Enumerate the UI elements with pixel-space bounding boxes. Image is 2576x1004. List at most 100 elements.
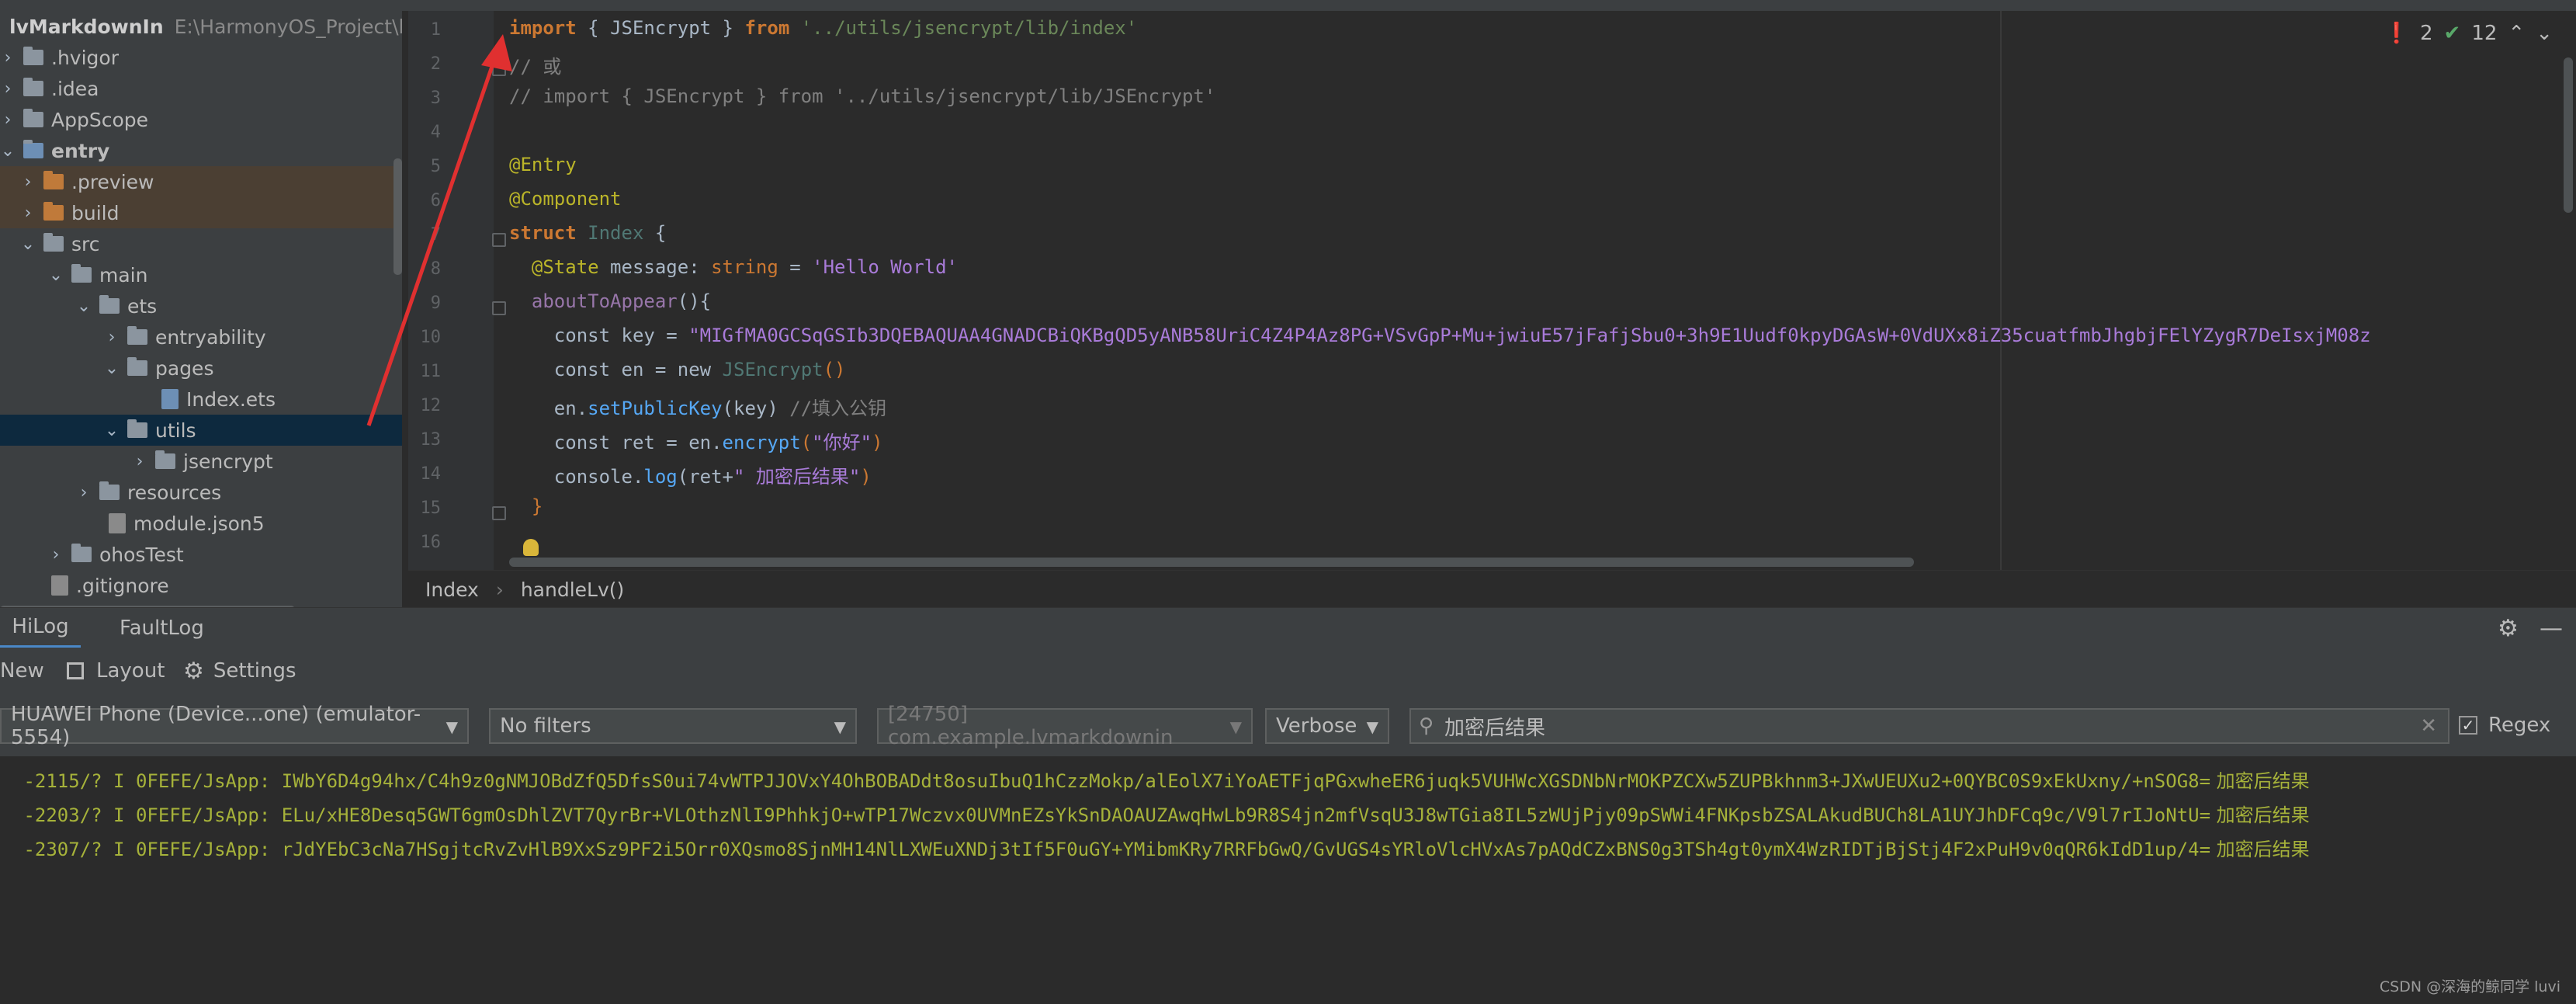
new-button[interactable]: New	[0, 648, 44, 694]
tree-item-preview[interactable]: › .preview	[0, 166, 402, 197]
tree-item-ohostest[interactable]: › ohosTest	[0, 539, 402, 570]
chevron-right-icon[interactable]: ›	[104, 328, 120, 347]
tree-item-pages[interactable]: ⌄ pages	[0, 353, 402, 384]
tree-item-index-ets[interactable]: Index.ets	[0, 384, 402, 415]
device-select[interactable]: HUAWEI Phone (Device...one) (emulator-55…	[0, 703, 469, 749]
regex-checkbox[interactable]: ✓ Regex	[2459, 702, 2550, 749]
filter-select[interactable]: No filters ▼	[489, 708, 857, 744]
code-line-1[interactable]: import { JSEncrypt } from '../utils/jsen…	[509, 17, 1137, 39]
tree-item-main[interactable]: ⌄ main	[0, 259, 402, 290]
tree-item-hvigor[interactable]: › .hvigor	[0, 42, 402, 73]
chevron-down-icon[interactable]: ⌄	[0, 141, 16, 161]
chevron-right-icon[interactable]: ›	[76, 483, 92, 502]
editor-hscrollbar[interactable]	[509, 558, 1914, 567]
line-number: 14	[420, 464, 442, 484]
code-line-13[interactable]: const ret = en.encrypt("你好")	[509, 427, 883, 454]
code-editor[interactable]: 1 2 3 4 5 6 7 8 9 10 11 12 13 14 15 16 i…	[408, 11, 2576, 570]
code-line-15[interactable]: }	[509, 495, 543, 517]
line-number: 10	[420, 328, 442, 347]
chevron-right-icon[interactable]: ›	[20, 172, 36, 192]
layout-button[interactable]: Layout	[67, 648, 165, 694]
fold-marker-icon[interactable]	[492, 506, 506, 520]
settings-button[interactable]: ⚙ Settings	[183, 648, 296, 694]
code-line-6[interactable]: @Component	[509, 188, 622, 210]
tree-item-entryability[interactable]: › entryability	[0, 321, 402, 353]
line-number: 7	[430, 225, 441, 245]
fold-marker-icon[interactable]	[492, 233, 506, 247]
process-select[interactable]: [24750] com.example.lvmarkdownin ▼	[877, 703, 1253, 749]
chevron-right-icon[interactable]: ›	[132, 452, 147, 471]
clear-icon[interactable]: ✕	[2420, 714, 2437, 738]
chevron-right-icon[interactable]: ›	[0, 110, 16, 130]
code-line-12[interactable]: en.setPublicKey(key) //填入公钥	[509, 393, 886, 420]
minimize-icon[interactable]: —	[2540, 608, 2563, 648]
code-line-2[interactable]: // 或	[509, 51, 561, 78]
log-output[interactable]: -2115/? I 0FEFE/JsApp: IWbY6D4g94hx/C4h9…	[0, 756, 2576, 1004]
tree-item-ets[interactable]: ⌄ ets	[0, 290, 402, 321]
fold-marker-icon[interactable]	[492, 62, 506, 76]
code-line-3[interactable]: // import { JSEncrypt } from '../utils/j…	[509, 85, 1215, 107]
tree-item-resources[interactable]: › resources	[0, 477, 402, 508]
tree-item-jsencrypt[interactable]: › jsencrypt	[0, 446, 402, 477]
tree-root[interactable]: lvMarkdownIn E:\HarmonyOS_Project\lvM	[0, 11, 402, 42]
chevron-down-icon[interactable]: ⌄	[2536, 22, 2553, 45]
project-scrollbar[interactable]	[394, 158, 402, 275]
editor-vscrollbar[interactable]	[2564, 57, 2573, 213]
code-line-9[interactable]: aboutToAppear(){	[509, 290, 711, 312]
search-icon: ⚲	[1419, 714, 1434, 738]
tree-item-entry[interactable]: ⌄ entry	[0, 135, 402, 166]
tree-item-appscope[interactable]: › AppScope	[0, 104, 402, 135]
code-line-11[interactable]: const en = new JSEncrypt()	[509, 359, 846, 380]
tree-item-label: build	[71, 201, 120, 224]
code-token: {	[643, 222, 667, 244]
tree-item-module-json5[interactable]: module.json5	[0, 508, 402, 539]
folder-icon	[127, 357, 147, 376]
code-token: const	[509, 359, 611, 380]
code-token: message	[598, 256, 689, 278]
log-line[interactable]: -2115/? I 0FEFE/JsApp: IWbY6D4g94hx/C4h9…	[12, 766, 2309, 793]
breadcrumb-item[interactable]: Index	[425, 578, 479, 601]
chevron-right-icon[interactable]: ›	[0, 48, 16, 68]
chevron-down-icon[interactable]: ⌄	[76, 297, 92, 316]
chevron-right-icon[interactable]: ›	[20, 203, 36, 223]
tab-faultlog[interactable]: FaultLog	[120, 608, 204, 648]
code-token: "你好"	[812, 432, 872, 453]
tree-item-src[interactable]: ⌄ src	[0, 228, 402, 259]
process-value: [24750] com.example.lvmarkdownin	[888, 703, 1174, 749]
code-token: ()	[823, 359, 846, 380]
inspection-widget[interactable]: ❗ 2 ✔ 12 ⌃ ⌄	[2384, 22, 2553, 45]
log-search-input[interactable]: ⚲ 加密后结果 ✕	[1409, 708, 2449, 744]
code-line-10[interactable]: const key = "MIGfMA0GCSqGSIb3DQEBAQUAA4G…	[509, 325, 2371, 346]
code-line-7[interactable]: struct Index {	[509, 222, 666, 244]
log-line[interactable]: -2203/? I 0FEFE/JsApp: ELu/xHE8Desq5GWT6…	[12, 800, 2309, 827]
tab-hilog[interactable]: HiLog	[0, 608, 81, 648]
breadcrumb-item[interactable]: handleLv()	[521, 578, 624, 601]
tree-item-build[interactable]: › build	[0, 197, 402, 228]
root-name: lvMarkdownIn	[9, 15, 164, 38]
chevron-right-icon[interactable]: ›	[0, 79, 16, 99]
lightbulb-icon[interactable]	[523, 539, 539, 556]
chevron-right-icon[interactable]: ›	[48, 545, 64, 565]
gear-icon[interactable]: ⚙	[2498, 608, 2519, 648]
chevron-down-icon[interactable]: ⌄	[104, 359, 120, 378]
fold-marker-icon[interactable]	[492, 301, 506, 315]
code-line-8[interactable]: @State message: string = 'Hello World'	[509, 256, 958, 278]
line-number: 16	[420, 533, 442, 552]
chevron-down-icon[interactable]: ⌄	[48, 266, 64, 285]
tree-item-label: .hvigor	[51, 46, 119, 69]
code-line-14[interactable]: console.log(ret+" 加密后结果")	[509, 461, 872, 488]
ets-file-icon	[161, 389, 179, 409]
line-number: 6	[430, 191, 441, 210]
chevron-up-icon[interactable]: ⌃	[2508, 22, 2525, 45]
tree-item-idea[interactable]: › .idea	[0, 73, 402, 104]
code-line-5[interactable]: @Entry	[509, 154, 577, 175]
log-line[interactable]: -2307/? I 0FEFE/JsApp: rJdYEbC3cNa7HSgjt…	[12, 834, 2309, 861]
line-number: 15	[420, 499, 442, 518]
layout-label: Layout	[96, 659, 165, 683]
code-token: console.	[509, 466, 644, 488]
chevron-down-icon[interactable]: ⌄	[104, 421, 120, 440]
tree-item-utils[interactable]: ⌄ utils	[0, 415, 402, 446]
chevron-down-icon[interactable]: ⌄	[20, 234, 36, 254]
tree-item-gitignore[interactable]: .gitignore	[0, 570, 402, 601]
level-select[interactable]: Verbose ▼	[1265, 708, 1389, 744]
